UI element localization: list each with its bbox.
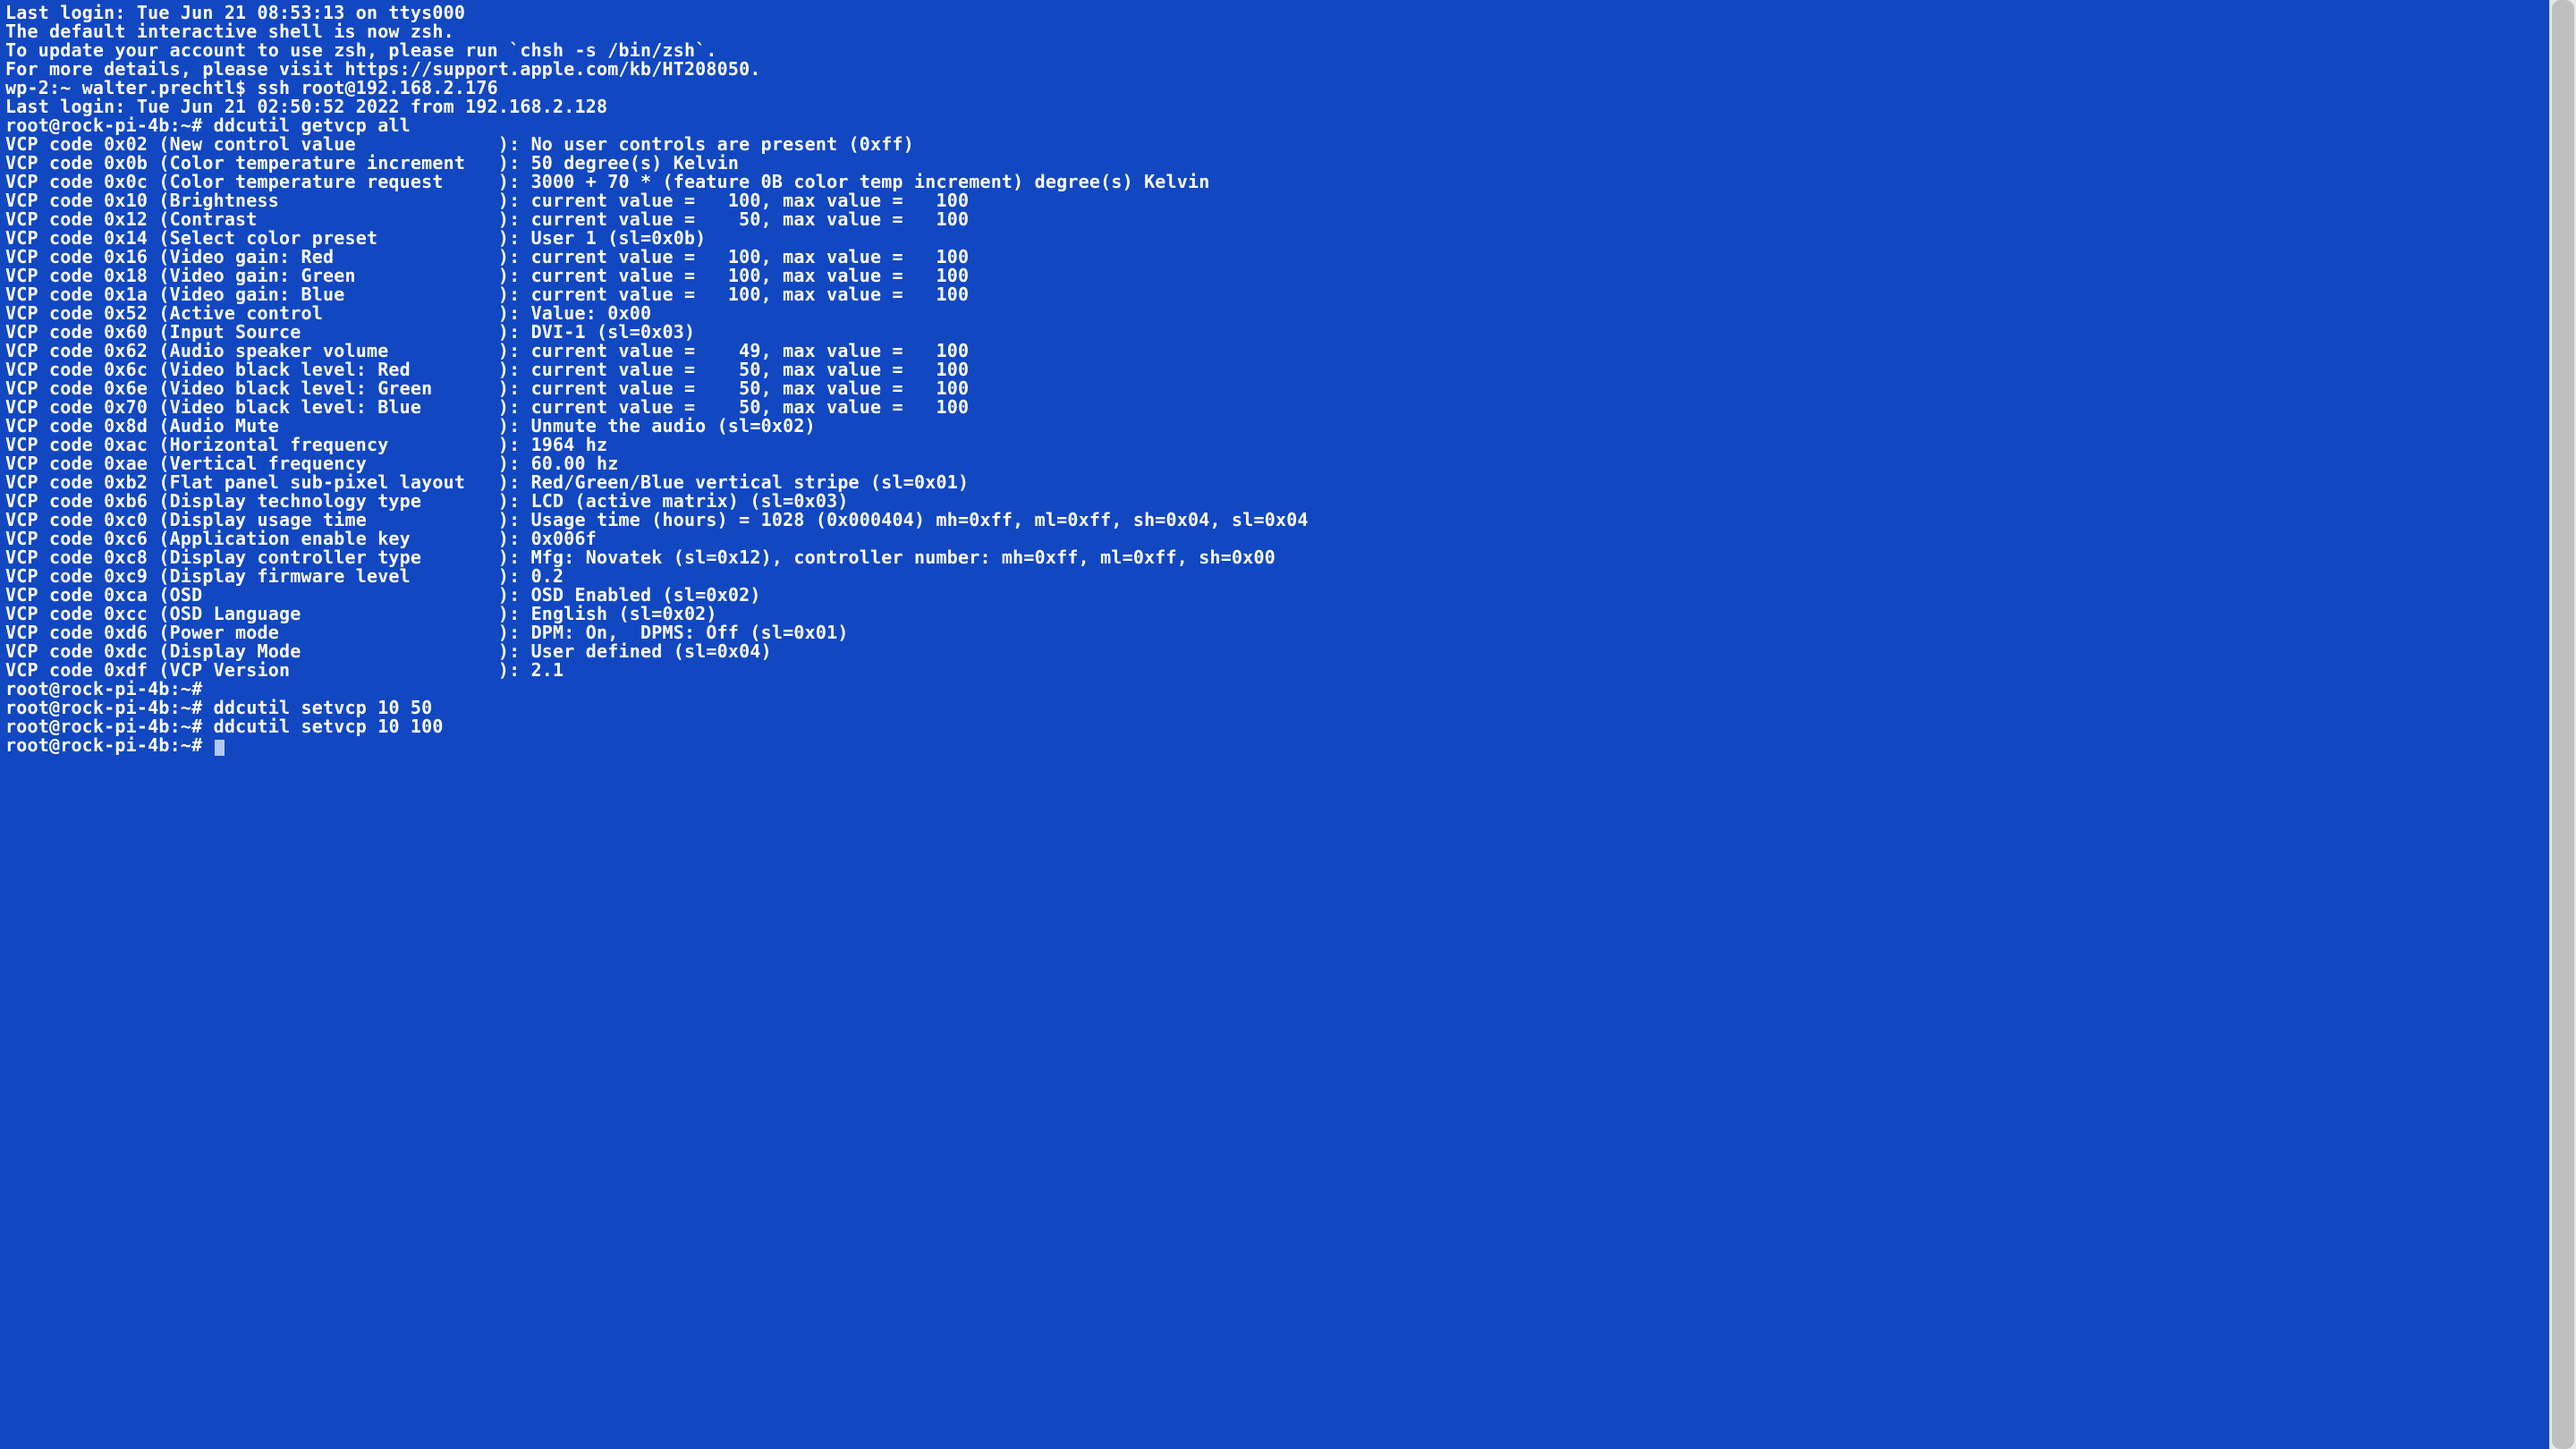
terminal-line: VCP code 0x6c (Video black level: Red ):… <box>5 360 2544 379</box>
terminal-line: VCP code 0xc0 (Display usage time ): Usa… <box>5 511 2544 530</box>
terminal-line: VCP code 0xca (OSD ): OSD Enabled (sl=0x… <box>5 586 2544 605</box>
terminal-line: VCP code 0x02 (New control value ): No u… <box>5 135 2544 154</box>
terminal-line: VCP code 0xae (Vertical frequency ): 60.… <box>5 454 2544 473</box>
terminal-line: VCP code 0xc9 (Display firmware level ):… <box>5 567 2544 586</box>
terminal-line: VCP code 0xac (Horizontal frequency ): 1… <box>5 436 2544 454</box>
terminal-line: VCP code 0x10 (Brightness ): current val… <box>5 191 2544 210</box>
terminal-line: VCP code 0xcc (OSD Language ): English (… <box>5 605 2544 623</box>
terminal-line: VCP code 0x12 (Contrast ): current value… <box>5 210 2544 229</box>
vertical-scrollbar-thumb[interactable] <box>2552 0 2574 1449</box>
terminal-viewport[interactable]: Last login: Tue Jun 21 08:53:13 on ttys0… <box>0 0 2549 1449</box>
terminal-line: VCP code 0x1a (Video gain: Blue ): curre… <box>5 285 2544 304</box>
terminal-line: VCP code 0x8d (Audio Mute ): Unmute the … <box>5 417 2544 436</box>
terminal-line: VCP code 0x60 (Input Source ): DVI-1 (sl… <box>5 323 2544 342</box>
terminal-line: For more details, please visit https://s… <box>5 60 2544 79</box>
prompt: root@rock-pi-4b:~# <box>5 734 214 756</box>
terminal-line: root@rock-pi-4b:~# <box>5 680 2544 699</box>
terminal-line: VCP code 0x18 (Video gain: Green ): curr… <box>5 267 2544 285</box>
terminal-line: VCP code 0x0b (Color temperature increme… <box>5 154 2544 173</box>
terminal-line: VCP code 0x70 (Video black level: Blue )… <box>5 398 2544 417</box>
terminal-line: root@rock-pi-4b:~# ddcutil setvcp 10 100 <box>5 717 2544 736</box>
terminal-line: VCP code 0x14 (Select color preset ): Us… <box>5 229 2544 248</box>
terminal-line: VCP code 0x0c (Color temperature request… <box>5 173 2544 191</box>
terminal-line: VCP code 0xb6 (Display technology type )… <box>5 492 2544 511</box>
terminal-line: VCP code 0xd6 (Power mode ): DPM: On, DP… <box>5 623 2544 642</box>
terminal-line: To update your account to use zsh, pleas… <box>5 41 2544 60</box>
vertical-scrollbar-track[interactable] <box>2549 0 2576 1449</box>
terminal-line: root@rock-pi-4b:~# ddcutil setvcp 10 50 <box>5 699 2544 717</box>
command-text: ddcutil setvcp 10 100 <box>214 716 444 737</box>
terminal-line: VCP code 0xdc (Display Mode ): User defi… <box>5 642 2544 661</box>
terminal-line: VCP code 0xc6 (Application enable key ):… <box>5 530 2544 548</box>
terminal-line: Last login: Tue Jun 21 08:53:13 on ttys0… <box>5 4 2544 22</box>
terminal-line: VCP code 0x16 (Video gain: Red ): curren… <box>5 248 2544 267</box>
terminal-line: VCP code 0xb2 (Flat panel sub-pixel layo… <box>5 473 2544 492</box>
terminal-line: VCP code 0x52 (Active control ): Value: … <box>5 304 2544 323</box>
terminal-line: VCP code 0xdf (VCP Version ): 2.1 <box>5 661 2544 680</box>
terminal-line: root@rock-pi-4b:~# <box>5 736 2544 756</box>
terminal-cursor <box>215 740 225 756</box>
terminal-line: Last login: Tue Jun 21 02:50:52 2022 fro… <box>5 97 2544 116</box>
terminal-line: VCP code 0x62 (Audio speaker volume ): c… <box>5 342 2544 360</box>
terminal-line: VCP code 0x6e (Video black level: Green … <box>5 379 2544 398</box>
terminal-line: wp-2:~ walter.prechtl$ ssh root@192.168.… <box>5 79 2544 97</box>
terminal-line: VCP code 0xc8 (Display controller type )… <box>5 548 2544 567</box>
terminal-line: root@rock-pi-4b:~# ddcutil getvcp all <box>5 116 2544 135</box>
terminal-line: The default interactive shell is now zsh… <box>5 22 2544 41</box>
